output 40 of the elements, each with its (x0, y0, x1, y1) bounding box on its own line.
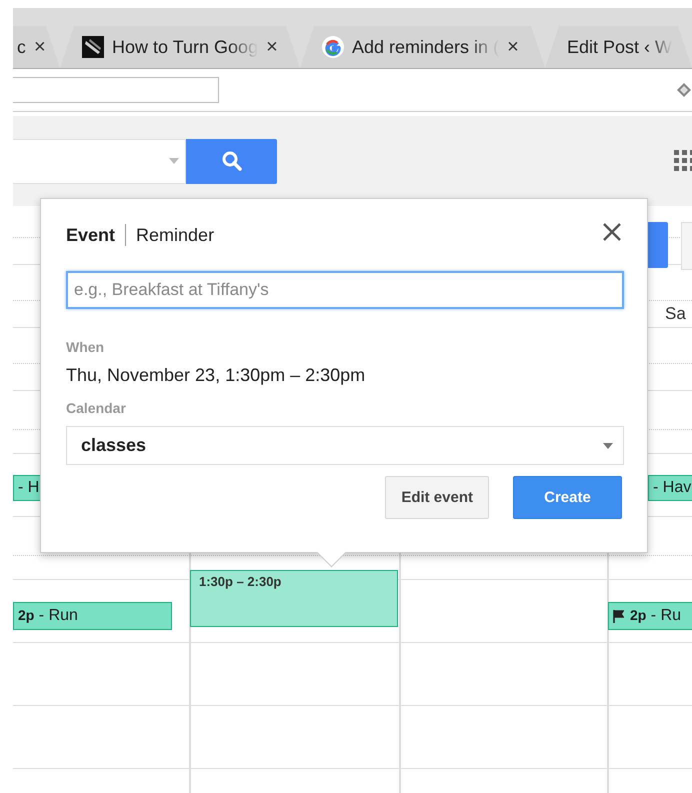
apps-icon[interactable] (674, 150, 692, 172)
browser-tab[interactable]: Edit Post ‹ W (545, 26, 692, 68)
event-label: 2p - Ru (630, 607, 682, 625)
event-label: 1:30p – 2:30p (199, 574, 282, 589)
when-value: Thu, November 23, 1:30pm – 2:30pm (66, 365, 366, 386)
edit-button[interactable]: Edit event (385, 476, 489, 519)
extension-icon[interactable] (676, 82, 692, 98)
caret-icon (169, 158, 179, 164)
tab-title: How to Turn Goog (112, 36, 258, 58)
calendar-event[interactable]: - Hav (648, 475, 692, 501)
event-label: 2p - Run (18, 607, 78, 625)
calendar-event[interactable]: 2p - Ru (608, 602, 692, 630)
event-label: - Hav (653, 479, 692, 497)
caret-icon (603, 442, 613, 448)
browser-tab[interactable]: c × (13, 26, 60, 68)
favicon-icon (82, 36, 104, 58)
close-icon[interactable]: × (507, 37, 519, 57)
close-icon[interactable]: × (266, 37, 278, 57)
search-icon (220, 150, 242, 172)
calendar-select[interactable]: classes (66, 426, 624, 465)
close-icon[interactable]: × (34, 37, 46, 57)
browser-tab[interactable]: Add reminders in ( × (300, 26, 545, 68)
popup-tab[interactable]: Event (66, 224, 116, 246)
calendar-event[interactable]: 2p - Run (13, 602, 172, 630)
close-icon[interactable] (601, 221, 623, 243)
day-header: Sa (665, 304, 686, 324)
popup-tab[interactable]: Reminder (136, 224, 214, 246)
title-field[interactable]: e.g., Breakfast at Tiffany's (66, 271, 624, 309)
search-field[interactable] (13, 138, 186, 184)
tab-title: Edit Post ‹ W (567, 36, 672, 58)
field-label: When (66, 339, 106, 355)
event-label: - H (18, 479, 40, 497)
google-icon (322, 36, 344, 58)
tab-title: c (17, 36, 26, 58)
tab-title: Add reminders in ( (352, 36, 500, 58)
field-label: Calendar (66, 400, 127, 416)
calendar-event[interactable]: 1:30p – 2:30p (190, 570, 398, 627)
search-button[interactable] (186, 138, 277, 184)
address-field[interactable] (13, 77, 219, 103)
browser-tab[interactable]: How to Turn Goog × (60, 26, 300, 68)
